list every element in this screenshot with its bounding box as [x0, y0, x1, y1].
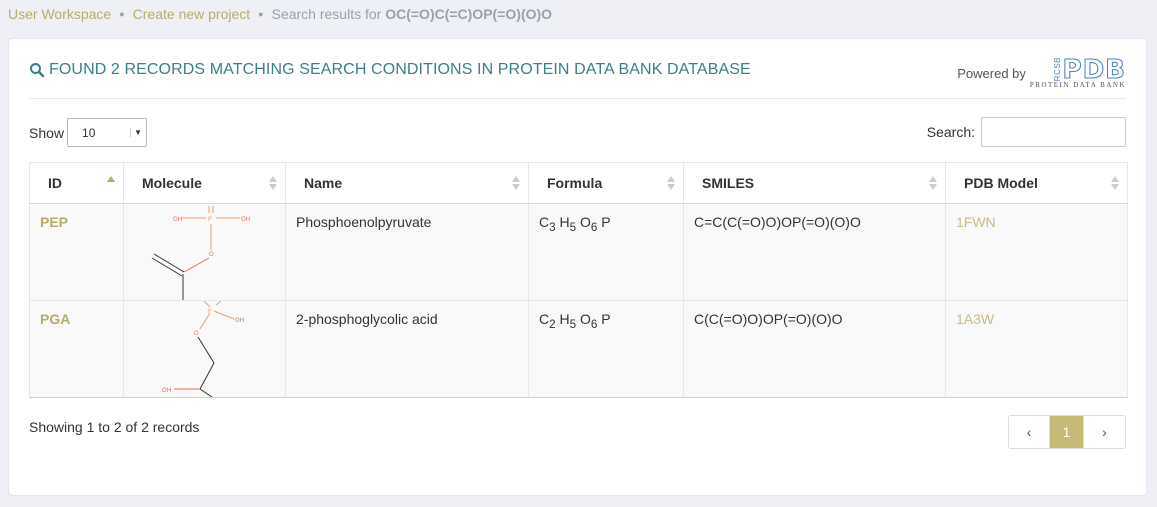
pdb-logo-rcsb: RCSB — [1052, 57, 1062, 82]
column-header-label: Name — [304, 175, 343, 191]
search-label: Search: — [926, 124, 975, 140]
cell-pdb-model: 1A3W — [945, 300, 1128, 398]
column-header-smiles[interactable]: SMILES — [683, 162, 946, 204]
breadcrumb-current-prefix: Search results for — [271, 6, 386, 22]
cell-name: 2-phosphoglycolic acid — [285, 300, 529, 398]
molecule-structure-image: OH P OH O — [151, 206, 250, 300]
cell-molecule: OH P OH O — [123, 203, 286, 301]
page-length-value: 10 — [82, 125, 96, 140]
formula-element: O — [580, 214, 591, 230]
formula-count: 3 — [549, 220, 556, 234]
mol-atom-label: OH — [162, 387, 171, 394]
breadcrumb-current: Search results for OC(=O)C(=C)OP(=O)(O)O — [272, 6, 552, 22]
formula-element: H — [559, 311, 570, 327]
pagination-next-button[interactable]: › — [1084, 416, 1125, 448]
search-icon — [30, 63, 45, 78]
sort-both-icon — [929, 176, 937, 190]
powered-by-label: Powered by — [957, 65, 1026, 81]
sort-both-icon — [667, 176, 675, 190]
cell-molecule: P OH O OH — [123, 300, 286, 398]
mol-atom-label: OH — [173, 216, 182, 223]
powered-by: Powered by RCSB PDB PROTEIN DATA BANK — [957, 55, 1126, 90]
mol-atom-label: OH — [241, 216, 250, 223]
results-panel: FOUND 2 RECORDS MATCHING SEARCH CONDITIO… — [8, 38, 1147, 496]
formula-count: 6 — [590, 220, 598, 234]
results-table: ID Molecule Name Formula SMILES PDB Mode… — [29, 162, 1128, 398]
pdb-model-link[interactable]: 1A3W — [956, 311, 994, 327]
formula-count: 5 — [569, 220, 577, 234]
cell-id: PEP — [29, 203, 124, 301]
table-search: Search: — [927, 117, 1126, 147]
sort-both-icon — [1111, 176, 1119, 190]
cell-smiles: C=C(C(=O)O)OP(=O)(O)O — [683, 203, 946, 301]
column-header-label: SMILES — [702, 175, 755, 191]
mol-atom-label: O — [209, 251, 214, 258]
column-header-label: Formula — [547, 175, 603, 191]
panel-title: FOUND 2 RECORDS MATCHING SEARCH CONDITIO… — [29, 61, 751, 79]
formula-element: P — [601, 214, 611, 230]
sort-both-icon — [512, 176, 520, 190]
molecule-structure-image: P OH O OH — [162, 301, 244, 397]
column-header-id[interactable]: ID — [29, 162, 124, 204]
formula-count: 5 — [569, 317, 577, 331]
page-length-control: Show 10 ▼ — [29, 118, 148, 147]
table-header-row: ID Molecule Name Formula SMILES PDB Mode… — [29, 162, 1128, 204]
breadcrumb: User Workspace ● Create new project ● Se… — [8, 4, 552, 24]
sort-both-icon — [269, 176, 277, 190]
column-header-formula[interactable]: Formula — [528, 162, 684, 204]
mol-atom-label: P — [208, 216, 212, 223]
column-header-label: ID — [48, 175, 62, 191]
table-row: PEP OH P OH O Phosphoenolpyruvate C3 H5 … — [29, 203, 1128, 301]
breadcrumb-user-workspace[interactable]: User Workspace — [8, 6, 111, 22]
cell-formula: C3 H5 O6 P — [528, 203, 684, 301]
cell-id: PGA — [29, 300, 124, 398]
cell-name: Phosphoenolpyruvate — [285, 203, 529, 301]
cell-formula: C2 H5 O6 P — [528, 300, 684, 398]
pagination-prev-button[interactable]: ‹ — [1009, 416, 1050, 448]
record-id-link[interactable]: PGA — [40, 311, 70, 327]
formula-element: C — [539, 311, 550, 327]
column-header-name[interactable]: Name — [285, 162, 529, 204]
pdb-logo[interactable]: RCSB PDB PROTEIN DATA BANK — [1029, 55, 1126, 90]
column-header-molecule[interactable]: Molecule — [123, 162, 286, 204]
cell-smiles: C(C(=O)O)OP(=O)(O)O — [683, 300, 946, 398]
column-header-label: PDB Model — [964, 175, 1038, 191]
panel-title-text: FOUND 2 RECORDS MATCHING SEARCH CONDITIO… — [49, 61, 751, 78]
search-input[interactable] — [981, 117, 1126, 147]
mol-atom-label: O — [194, 330, 199, 337]
breadcrumb-separator: ● — [119, 9, 125, 19]
formula-element: P — [601, 311, 611, 327]
pagination-page-button[interactable]: 1 — [1050, 416, 1084, 448]
breadcrumb-current-query: OC(=O)C(=C)OP(=O)(O)O — [385, 6, 553, 22]
column-header-label: Molecule — [142, 175, 202, 191]
pdb-model-link[interactable]: 1FWN — [956, 214, 996, 230]
column-header-pdb-model[interactable]: PDB Model — [945, 162, 1128, 204]
mol-atom-label: OH — [235, 317, 244, 324]
panel-divider — [29, 98, 1126, 99]
record-id-link[interactable]: PEP — [40, 214, 68, 230]
pdb-logo-main: PDB — [1062, 55, 1126, 86]
page-length-select[interactable]: 10 ▼ — [67, 118, 148, 147]
table-row: PGA P OH O OH 2-phosphoglycolic acid C2 … — [29, 300, 1128, 398]
breadcrumb-separator: ● — [258, 9, 264, 19]
pagination: ‹ 1 › — [1008, 415, 1126, 449]
pdb-logo-subtitle: PROTEIN DATA BANK — [1029, 81, 1126, 90]
dropdown-arrow-icon: ▼ — [130, 128, 142, 137]
formula-count: 2 — [549, 317, 556, 331]
formula-element: C — [539, 214, 550, 230]
breadcrumb-create-new-project[interactable]: Create new project — [133, 6, 251, 22]
page-length-label: Show — [29, 124, 65, 141]
formula-count: 6 — [590, 317, 598, 331]
formula-element: O — [580, 311, 591, 327]
cell-pdb-model: 1FWN — [945, 203, 1128, 301]
table-info: Showing 1 to 2 of 2 records — [29, 419, 200, 435]
mol-atom-label: P — [208, 308, 212, 315]
formula-element: H — [559, 214, 570, 230]
sort-asc-icon — [107, 176, 115, 182]
